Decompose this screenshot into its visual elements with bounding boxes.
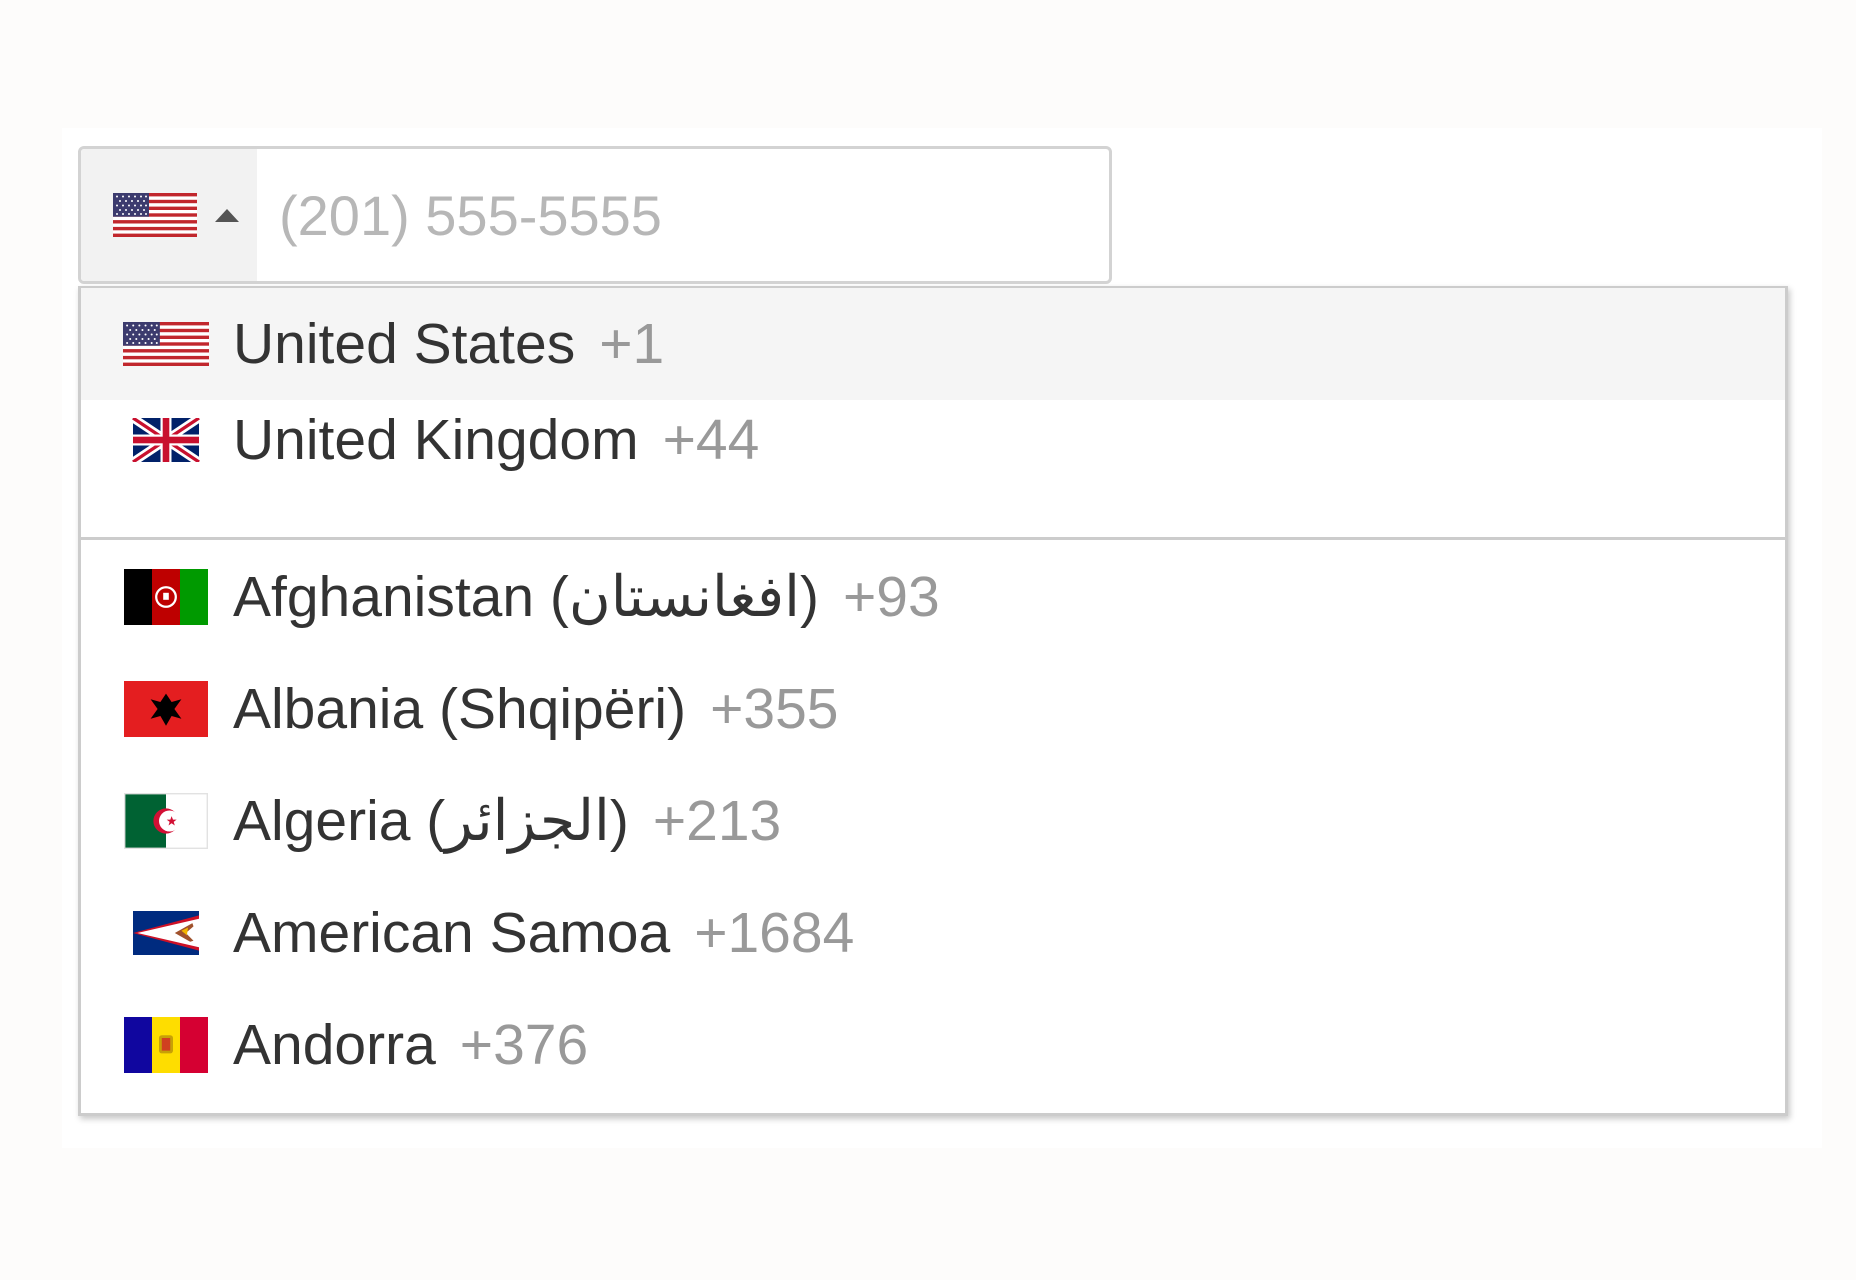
country-option-united-kingdom[interactable]: United Kingdom +44 (81, 384, 1785, 496)
as-flag-icon (123, 911, 209, 955)
country-option-andorra[interactable]: Andorra +376 (81, 989, 1785, 1101)
dz-flag-icon (123, 793, 209, 849)
dial-code: +376 (459, 1013, 589, 1077)
country-name: United States (233, 312, 576, 376)
phone-number-input[interactable] (257, 149, 1109, 281)
caret-up-icon (215, 208, 239, 222)
country-selector-button[interactable] (81, 149, 257, 281)
al-flag-icon (123, 681, 209, 737)
dial-code: +1684 (694, 901, 855, 965)
us-flag-icon (123, 322, 209, 366)
us-flag-icon (113, 193, 197, 237)
dial-code: +213 (652, 789, 782, 853)
dial-code: +93 (842, 565, 940, 629)
country-name: Andorra (233, 1013, 436, 1077)
country-option-algeria[interactable]: Algeria (الجزائر) +213 (81, 765, 1785, 877)
dial-code: +1 (599, 312, 665, 376)
phone-input-field (78, 146, 1112, 284)
country-dropdown-list[interactable]: United States +1 United Kingdom +44 Afgh… (78, 286, 1788, 1116)
country-option-american-samoa[interactable]: American Samoa +1684 (81, 877, 1785, 989)
country-name: Algeria (الجزائر) (233, 789, 629, 853)
country-name: Albania (Shqipëri) (233, 677, 687, 741)
dial-code: +355 (710, 677, 839, 741)
country-name: American Samoa (233, 901, 671, 965)
gb-flag-icon (123, 418, 209, 462)
ad-flag-icon (123, 1017, 209, 1073)
af-flag-icon (123, 569, 209, 625)
country-name: United Kingdom (233, 408, 639, 472)
country-name: Afghanistan (افغانستان) (233, 565, 819, 629)
dial-code: +44 (662, 408, 760, 472)
country-option-afghanistan[interactable]: Afghanistan (افغانستان) +93 (81, 541, 1785, 653)
preferred-countries-divider (81, 537, 1785, 540)
country-option-albania[interactable]: Albania (Shqipëri) +355 (81, 653, 1785, 765)
